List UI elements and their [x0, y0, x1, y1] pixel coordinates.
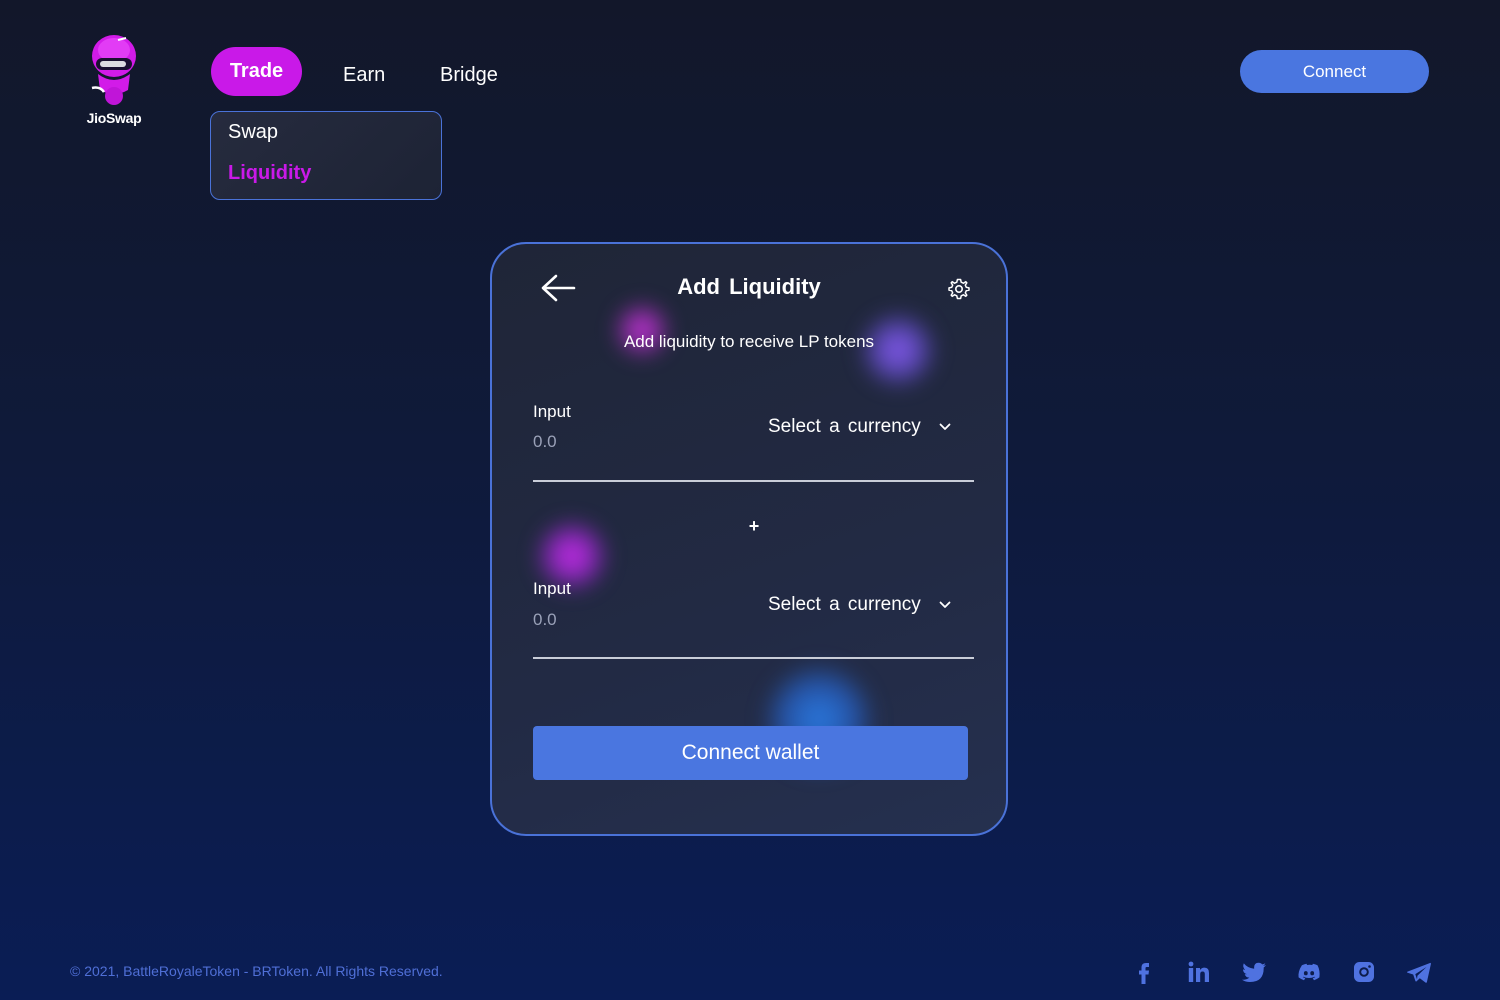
- logo-text: JioSwap: [86, 110, 142, 126]
- discord-icon[interactable]: [1295, 958, 1323, 986]
- linkedin-icon[interactable]: [1185, 958, 1213, 986]
- input-divider: [533, 480, 974, 482]
- nav-trade[interactable]: Trade: [211, 47, 302, 96]
- logo[interactable]: JioSwap: [80, 34, 148, 134]
- plus-icon: +: [748, 516, 760, 536]
- input-label-2: Input: [533, 579, 571, 598]
- trade-dropdown-menu: Swap Liquidity: [210, 111, 442, 200]
- chevron-down-icon: [939, 601, 951, 608]
- input-divider: [533, 657, 974, 659]
- connect-wallet-button[interactable]: Connect wallet: [533, 726, 968, 780]
- social-links: [1130, 958, 1436, 988]
- telegram-icon[interactable]: [1405, 958, 1433, 986]
- jioswap-logo-icon: [91, 35, 136, 105]
- facebook-icon[interactable]: [1130, 958, 1158, 986]
- chevron-down-icon: [939, 423, 951, 430]
- amount-input-1[interactable]: [533, 432, 733, 452]
- copyright-text: © 2021, BattleRoyaleToken - BRToken. All…: [70, 963, 443, 979]
- input-label-1: Input: [533, 402, 571, 421]
- add-liquidity-card: Add Liquidity Add liquidity to receive L…: [490, 242, 1008, 836]
- gear-icon[interactable]: [947, 277, 971, 301]
- nav-earn[interactable]: Earn: [343, 64, 385, 87]
- menu-item-liquidity[interactable]: Liquidity: [228, 162, 311, 185]
- instagram-icon[interactable]: [1350, 958, 1378, 986]
- menu-item-swap[interactable]: Swap: [228, 121, 278, 144]
- nav-bridge[interactable]: Bridge: [440, 64, 498, 87]
- twitter-icon[interactable]: [1240, 958, 1268, 986]
- currency-select-label: Select a currency: [768, 594, 921, 615]
- card-subtitle: Add liquidity to receive LP tokens: [623, 332, 875, 351]
- currency-select-2[interactable]: Select a currency: [768, 594, 951, 616]
- card-title: Add Liquidity: [677, 274, 821, 299]
- connect-button[interactable]: Connect: [1240, 50, 1429, 93]
- currency-select-1[interactable]: Select a currency: [768, 416, 951, 438]
- currency-select-label: Select a currency: [768, 416, 921, 437]
- amount-input-2[interactable]: [533, 610, 733, 630]
